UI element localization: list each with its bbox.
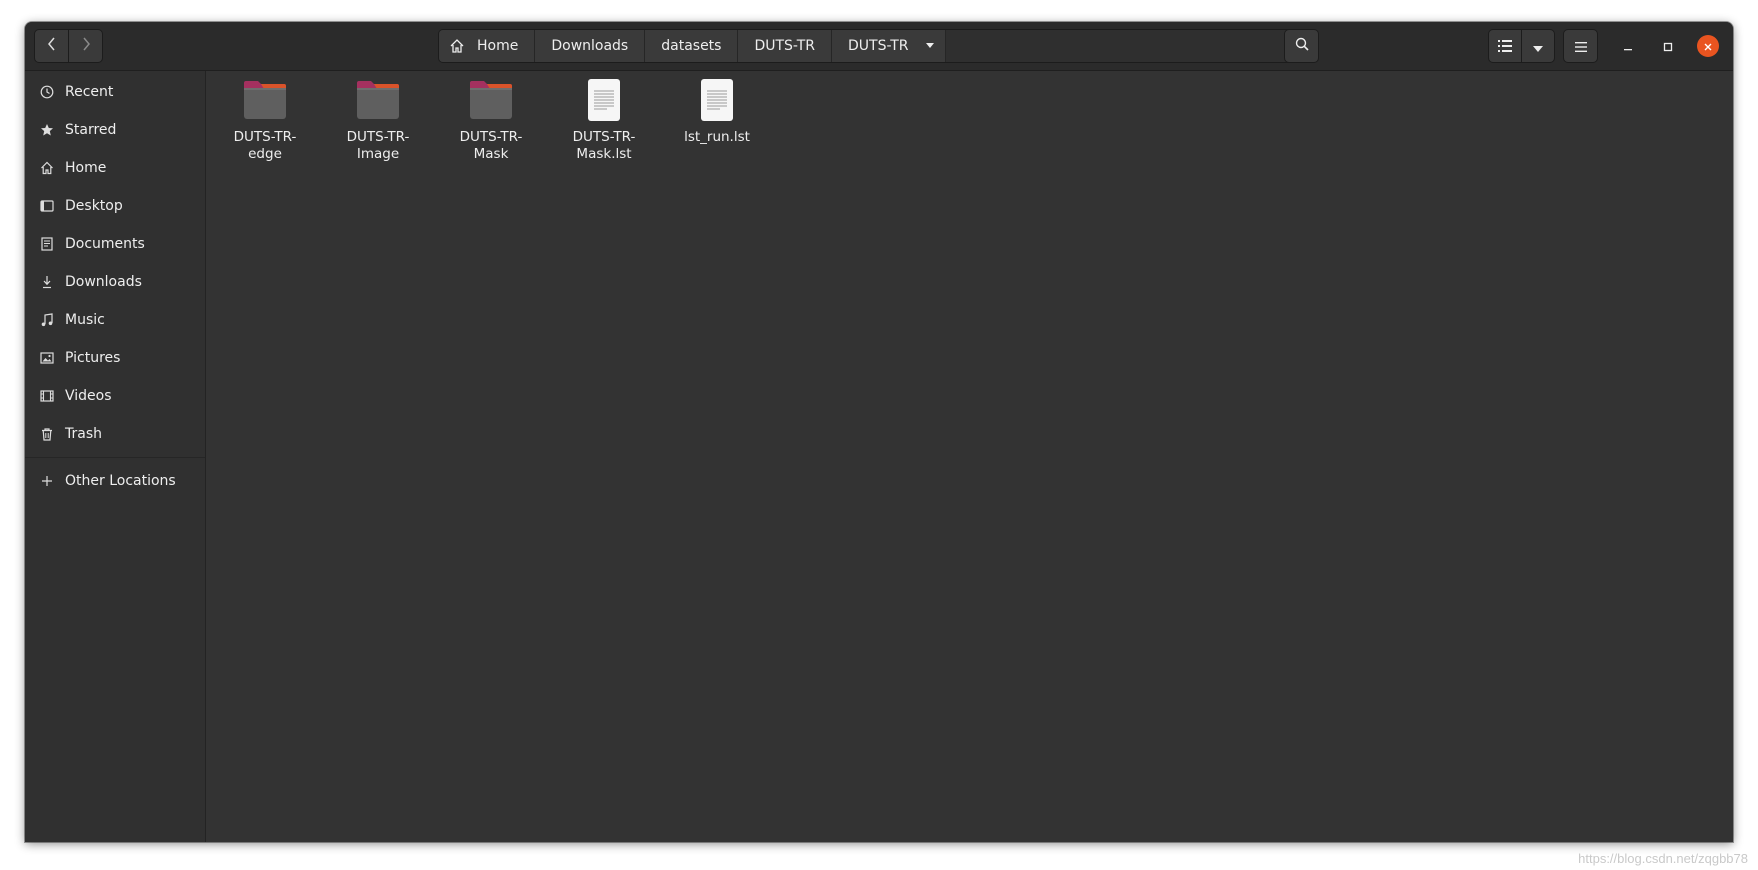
clock-icon <box>39 84 55 100</box>
file-view[interactable]: DUTS-TR-edge DUTS-TR- Image DUTS-TR- Mask <box>206 71 1733 842</box>
path-bar: Home Downloads datasets DUTS-TR DUTS-TR <box>438 29 1302 63</box>
breadcrumb-label: DUTS-TR <box>847 38 909 54</box>
home-icon <box>39 160 55 176</box>
music-icon <box>39 312 55 328</box>
header-bar: Home Downloads datasets DUTS-TR DUTS-TR <box>25 22 1733 71</box>
breadcrumb-current[interactable]: DUTS-TR <box>831 30 946 62</box>
sidebar-item-videos[interactable]: Videos <box>25 377 205 415</box>
folder-item[interactable]: DUTS-TR- Image <box>323 79 433 163</box>
file-item[interactable]: lst_run.lst <box>662 79 772 146</box>
trash-icon <box>39 426 55 442</box>
folder-item[interactable]: DUTS-TR- Mask <box>436 79 546 163</box>
sidebar-item-label: Videos <box>65 388 112 404</box>
folder-item[interactable]: DUTS-TR-edge <box>210 79 320 163</box>
file-name-label: DUTS-TR- Image <box>346 129 410 162</box>
hamburger-menu-icon <box>1574 37 1587 56</box>
list-view-button[interactable] <box>1488 29 1522 63</box>
close-icon <box>1703 37 1713 56</box>
forward-button[interactable] <box>68 29 103 63</box>
file-name-label: DUTS-TR-edge <box>233 129 297 162</box>
sidebar-item-other-locations[interactable]: Other Locations <box>25 462 205 500</box>
view-options-button[interactable] <box>1521 29 1555 63</box>
breadcrumb-home[interactable]: Home <box>439 30 536 62</box>
sidebar-item-recent[interactable]: Recent <box>25 73 205 111</box>
sidebar-item-home[interactable]: Home <box>25 149 205 187</box>
sidebar-item-label: Other Locations <box>65 473 176 489</box>
chevron-left-icon <box>47 36 57 56</box>
breadcrumb-label: Downloads <box>551 38 629 54</box>
sidebar-item-downloads[interactable]: Downloads <box>25 263 205 301</box>
star-icon <box>39 122 55 138</box>
main-menu-button[interactable] <box>1563 29 1598 63</box>
plus-icon <box>39 473 55 489</box>
chevron-right-icon <box>81 36 91 56</box>
list-view-icon <box>1498 37 1512 56</box>
folder-icon <box>355 79 401 125</box>
breadcrumb-datasets[interactable]: datasets <box>645 30 739 62</box>
file-name-label: DUTS-TR- Mask <box>459 129 523 162</box>
video-icon <box>39 388 55 404</box>
picture-icon <box>39 350 55 366</box>
file-manager-window: Home Downloads datasets DUTS-TR DUTS-TR <box>25 22 1733 842</box>
sidebar-item-label: Home <box>65 160 107 176</box>
sidebar-item-music[interactable]: Music <box>25 301 205 339</box>
sidebar-item-label: Recent <box>65 84 114 100</box>
breadcrumb-label: Home <box>477 38 519 54</box>
download-icon <box>39 274 55 290</box>
sidebar-item-label: Trash <box>65 426 102 442</box>
maximize-button[interactable] <box>1657 35 1679 57</box>
caret-down-icon <box>925 43 935 49</box>
minimize-icon <box>1623 37 1633 56</box>
breadcrumb-label: datasets <box>661 38 722 54</box>
home-icon <box>449 38 465 54</box>
sidebar-item-pictures[interactable]: Pictures <box>25 339 205 377</box>
file-name-label: DUTS-TR- Mask.lst <box>572 129 636 162</box>
text-file-icon <box>581 79 627 125</box>
search-icon <box>1294 36 1310 56</box>
minimize-button[interactable] <box>1617 35 1639 57</box>
document-icon <box>39 236 55 252</box>
sidebar-item-label: Music <box>65 312 105 328</box>
sidebar-item-label: Downloads <box>65 274 142 290</box>
folder-icon <box>468 79 514 125</box>
desktop-icon <box>39 198 55 214</box>
breadcrumb-downloads[interactable]: Downloads <box>535 30 646 62</box>
close-button[interactable] <box>1697 35 1719 57</box>
sidebar-item-trash[interactable]: Trash <box>25 415 205 453</box>
maximize-icon <box>1663 37 1673 56</box>
sidebar-item-label: Starred <box>65 122 117 138</box>
search-button[interactable] <box>1284 29 1319 63</box>
places-sidebar: Recent Starred Home Desktop Documents Do… <box>25 71 206 842</box>
sidebar-item-label: Documents <box>65 236 145 252</box>
file-name-label: lst_run.lst <box>684 129 750 145</box>
breadcrumb-duts-tr[interactable]: DUTS-TR <box>738 30 832 62</box>
watermark-text: https://blog.csdn.net/zqgbb78 <box>1578 851 1748 866</box>
sidebar-item-documents[interactable]: Documents <box>25 225 205 263</box>
file-item[interactable]: DUTS-TR- Mask.lst <box>549 79 659 163</box>
sidebar-item-starred[interactable]: Starred <box>25 111 205 149</box>
sidebar-item-label: Desktop <box>65 198 123 214</box>
folder-icon <box>242 79 288 125</box>
caret-down-icon <box>1533 37 1543 56</box>
text-file-icon <box>694 79 740 125</box>
breadcrumb-label: DUTS-TR <box>754 38 815 54</box>
back-button[interactable] <box>34 29 69 63</box>
sidebar-item-label: Pictures <box>65 350 121 366</box>
sidebar-separator <box>25 457 205 458</box>
sidebar-item-desktop[interactable]: Desktop <box>25 187 205 225</box>
